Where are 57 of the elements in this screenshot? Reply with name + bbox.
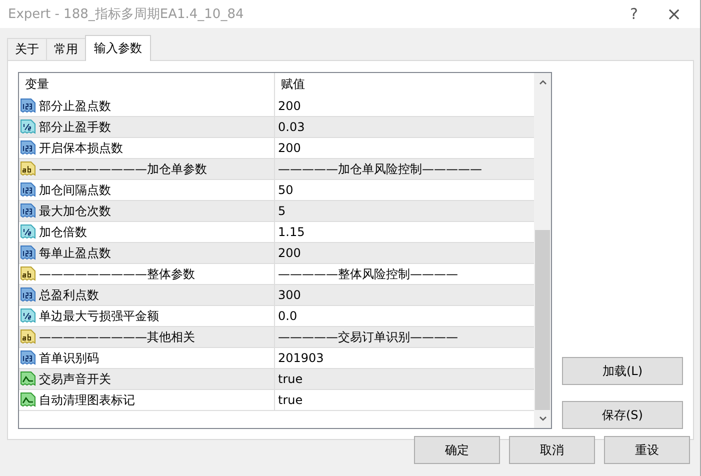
data-type-icon xyxy=(20,140,36,156)
parameter-name: 开启保本损点数 xyxy=(39,140,123,156)
help-button[interactable]: ? xyxy=(614,1,654,27)
data-type-icon xyxy=(20,245,36,261)
window-title: Expert - 188_指标多周期EA1.4_10_84 xyxy=(8,6,245,23)
parameter-value: 50 xyxy=(278,183,294,197)
parameter-name: 每单止盈点数 xyxy=(39,244,111,262)
dialog-button[interactable]: 重设 xyxy=(604,436,690,464)
parameter-name: 总盈利点数 xyxy=(39,286,99,304)
data-type-icon xyxy=(20,98,36,114)
data-type-icon xyxy=(20,203,36,219)
scrollbar-thumb[interactable] xyxy=(535,230,550,410)
parameter-name: 自动清理图表标记 xyxy=(39,392,135,408)
parameter-value: 1.15 xyxy=(278,225,305,239)
parameter-value: 0.03 xyxy=(278,120,305,134)
parameter-value: 201903 xyxy=(278,351,324,365)
parameter-name: 加仓间隔点数 xyxy=(39,182,111,198)
dialog-button[interactable]: 确定 xyxy=(414,436,500,464)
data-type-icon xyxy=(20,287,36,303)
parameter-name: 单边最大亏损强平金额 xyxy=(39,308,159,324)
parameter-name: 交易声音开关 xyxy=(39,370,111,388)
parameter-value: 200 xyxy=(278,141,301,155)
dialog-button[interactable]: 取消 xyxy=(509,436,595,464)
side-button[interactable]: 加载(L) xyxy=(562,357,683,385)
parameter-value: 200 xyxy=(278,246,301,260)
parameter-name: 部分止盈手数 xyxy=(39,118,111,136)
parameter-value: 300 xyxy=(278,288,301,302)
parameter-name: 部分止盈点数 xyxy=(39,98,111,114)
data-type-icon xyxy=(20,161,36,177)
parameter-name: —————————其他相关 xyxy=(39,328,195,346)
parameter-name: 最大加仓次数 xyxy=(39,202,111,220)
parameter-value: —————交易订单识别———— xyxy=(278,328,458,346)
side-button[interactable]: 保存(S) xyxy=(562,401,683,429)
parameter-value: 5 xyxy=(278,204,286,218)
parameter-value: —————加仓单风险控制————— xyxy=(278,160,482,178)
chart-line-icon xyxy=(20,392,36,408)
parameter-name: 首单识别码 xyxy=(39,350,99,366)
close-button[interactable]: × xyxy=(654,1,694,27)
parameter-value: true xyxy=(278,393,303,407)
data-type-icon xyxy=(20,329,36,345)
tab[interactable]: 输入参数 xyxy=(85,35,151,61)
parameter-value: true xyxy=(278,372,303,386)
chart-line-icon xyxy=(20,371,36,387)
parameter-name: —————————整体参数 xyxy=(39,266,195,282)
parameter-value: 0.0 xyxy=(278,309,298,323)
data-type-icon xyxy=(20,266,36,282)
data-type-icon xyxy=(20,308,36,324)
data-type-icon xyxy=(20,224,36,240)
parameter-value: 200 xyxy=(278,99,301,113)
parameter-name: 加仓倍数 xyxy=(39,224,87,240)
data-type-icon xyxy=(20,350,36,366)
data-type-icon xyxy=(20,119,36,135)
tab[interactable]: 关于 xyxy=(7,38,47,60)
column-header: 赋值 xyxy=(280,76,306,93)
parameter-value: —————整体风险控制———— xyxy=(278,266,458,282)
parameter-name: —————————加仓单参数 xyxy=(39,160,207,178)
data-type-icon xyxy=(20,182,36,198)
